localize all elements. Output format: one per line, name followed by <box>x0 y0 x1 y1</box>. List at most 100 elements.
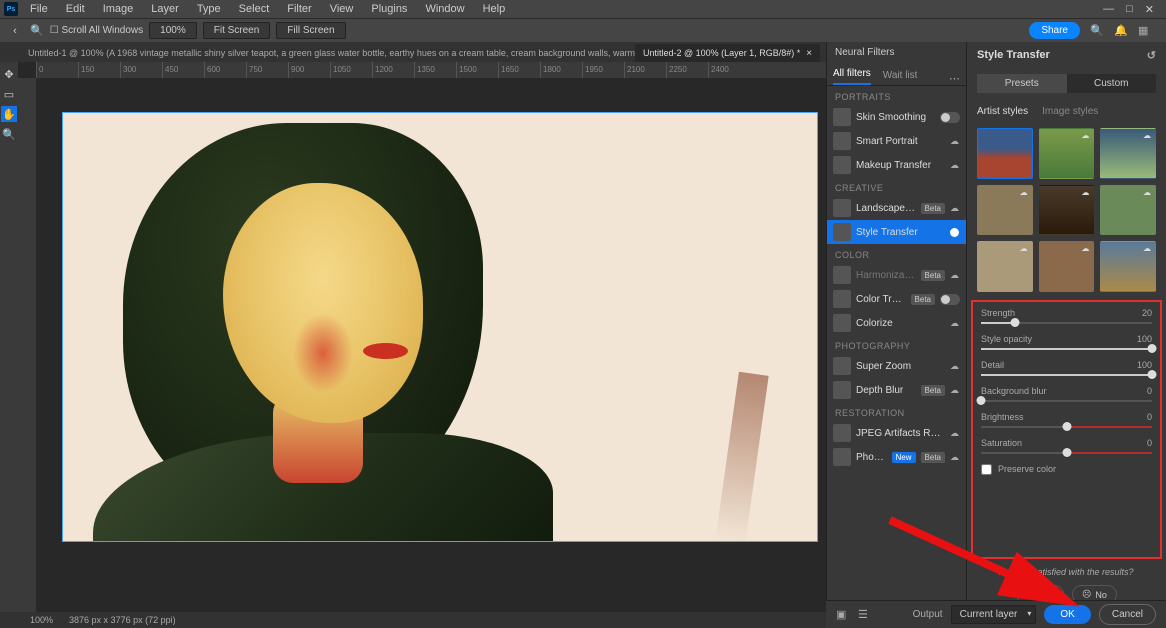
tab-presets[interactable]: Presets <box>977 74 1067 93</box>
search-icon[interactable]: 🔍 <box>1090 24 1104 38</box>
tab-image-styles[interactable]: Image styles <box>1042 103 1098 120</box>
cloud-icon: ☁ <box>950 270 960 280</box>
color-transfer-toggle[interactable] <box>940 294 960 305</box>
share-button[interactable]: Share <box>1029 22 1080 39</box>
notifications-icon[interactable]: 🔔 <box>1114 24 1128 38</box>
status-bar: 100% 3876 px x 3776 px (72 ppi) <box>0 612 826 628</box>
style-opacity-slider[interactable]: Style opacity100 <box>981 334 1152 350</box>
back-icon[interactable]: ‹ <box>6 22 24 40</box>
reset-icon[interactable]: ↺ <box>1147 49 1156 62</box>
style-transfer-panel: Style Transfer ↺ Presets Custom Artist s… <box>966 42 1166 612</box>
cloud-icon: ☁ <box>950 452 960 462</box>
filter-style-transfer[interactable]: Style Transfer <box>827 220 966 244</box>
style-thumb-4[interactable]: ☁ <box>977 185 1033 236</box>
filter-jpeg-artifacts[interactable]: JPEG Artifacts Removal☁ <box>827 421 966 445</box>
document-tab-1[interactable]: Untitled-1 @ 100% (A 1968 vintage metall… <box>20 44 635 62</box>
filter-landscape-mixer[interactable]: Landscape MixerBeta☁ <box>827 196 966 220</box>
layers-icon[interactable]: ☰ <box>858 608 872 622</box>
canvas-image <box>63 113 817 541</box>
preview-toggle-icon[interactable]: ▣ <box>836 608 850 622</box>
menu-bar: Ps File Edit Image Layer Type Select Fil… <box>0 0 1166 18</box>
action-bar: ▣ ☰ Output Current layer OK Cancel <box>826 600 1166 628</box>
panel-menu-icon[interactable]: ⋯ <box>949 72 960 85</box>
filter-colorize[interactable]: Colorize☁ <box>827 311 966 335</box>
download-icon: ☁ <box>1020 188 1030 198</box>
skin-smoothing-toggle[interactable] <box>940 112 960 123</box>
menu-edit[interactable]: Edit <box>58 1 93 17</box>
style-thumb-8[interactable]: ☁ <box>1039 241 1095 292</box>
close-tab-icon[interactable]: × <box>806 48 812 59</box>
filter-skin-smoothing[interactable]: Skin Smoothing <box>827 105 966 129</box>
menu-file[interactable]: File <box>22 1 56 17</box>
fit-screen-button[interactable]: Fit Screen <box>203 22 271 39</box>
menu-plugins[interactable]: Plugins <box>363 1 415 17</box>
section-restoration: RESTORATION <box>827 402 966 421</box>
cloud-icon: ☁ <box>950 203 960 213</box>
filter-smart-portrait[interactable]: Smart Portrait☁ <box>827 129 966 153</box>
filter-photo-restoration[interactable]: Photo Res...NewBeta☁ <box>827 445 966 469</box>
canvas[interactable] <box>62 112 818 542</box>
section-photography: PHOTOGRAPHY <box>827 335 966 354</box>
document-tab-2[interactable]: Untitled-2 @ 100% (Layer 1, RGB/8#) *× <box>635 44 820 62</box>
vertical-ruler <box>18 78 36 612</box>
maximize-icon[interactable]: □ <box>1126 3 1133 16</box>
tab-artist-styles[interactable]: Artist styles <box>977 103 1028 120</box>
menu-view[interactable]: View <box>322 1 362 17</box>
satisfied-prompt: Are you satisfied with the results? <box>967 563 1166 581</box>
workspace-icon[interactable]: ▦ <box>1138 24 1152 38</box>
status-zoom[interactable]: 100% <box>30 615 53 625</box>
menu-image[interactable]: Image <box>95 1 142 17</box>
output-select[interactable]: Current layer <box>951 605 1037 624</box>
scroll-all-windows-checkbox[interactable]: ☐ Scroll All Windows <box>50 25 143 36</box>
preserve-color-checkbox[interactable]: Preserve color <box>981 464 1152 475</box>
tab-wait-list[interactable]: Wait list <box>883 66 918 85</box>
zoom-tool[interactable]: 🔍 <box>1 126 17 142</box>
section-creative: CREATIVE <box>827 177 966 196</box>
filter-super-zoom[interactable]: Super Zoom☁ <box>827 354 966 378</box>
tab-all-filters[interactable]: All filters <box>833 64 871 85</box>
style-thumb-7[interactable]: ☁ <box>977 241 1033 292</box>
saturation-slider[interactable]: Saturation0 <box>981 438 1152 454</box>
artboard-tool[interactable]: ▭ <box>1 86 17 102</box>
filter-depth-blur[interactable]: Depth BlurBeta☁ <box>827 378 966 402</box>
style-transfer-toggle[interactable] <box>940 227 960 238</box>
filter-color-transfer[interactable]: Color TransferBeta <box>827 287 966 311</box>
strength-slider[interactable]: Strength20 <box>981 308 1152 324</box>
menu-layer[interactable]: Layer <box>143 1 187 17</box>
download-icon: ☁ <box>1081 131 1091 141</box>
move-tool[interactable]: ✥ <box>1 66 17 82</box>
style-thumb-5[interactable]: ☁ <box>1039 185 1095 236</box>
menu-help[interactable]: Help <box>475 1 514 17</box>
menu-window[interactable]: Window <box>417 1 472 17</box>
menu-select[interactable]: Select <box>231 1 278 17</box>
menu-type[interactable]: Type <box>189 1 229 17</box>
style-thumb-3[interactable]: ☁ <box>1100 128 1156 179</box>
cloud-icon: ☁ <box>950 160 960 170</box>
neural-filters-panel: Neural Filters All filters Wait list ⋯ P… <box>826 42 966 612</box>
style-thumb-1[interactable] <box>977 128 1033 179</box>
style-thumb-6[interactable]: ☁ <box>1100 185 1156 236</box>
menu-filter[interactable]: Filter <box>279 1 319 17</box>
adjustment-sliders: Strength20 Style opacity100 Detail100 Ba… <box>971 300 1162 559</box>
zoom-tool-icon[interactable]: 🔍 <box>30 24 44 37</box>
close-icon[interactable]: ✕ <box>1145 3 1154 16</box>
fill-screen-button[interactable]: Fill Screen <box>276 22 345 39</box>
style-thumb-2[interactable]: ☁ <box>1039 128 1095 179</box>
cancel-button[interactable]: Cancel <box>1099 604 1156 625</box>
cloud-icon: ☁ <box>950 385 960 395</box>
output-label: Output <box>913 609 943 620</box>
filter-makeup-transfer[interactable]: Makeup Transfer☁ <box>827 153 966 177</box>
style-thumb-9[interactable]: ☁ <box>1100 241 1156 292</box>
filter-harmonization[interactable]: HarmonizationBeta☁ <box>827 263 966 287</box>
style-transfer-title: Style Transfer <box>977 49 1050 61</box>
detail-slider[interactable]: Detail100 <box>981 360 1152 376</box>
background-blur-slider[interactable]: Background blur0 <box>981 386 1152 402</box>
tab-custom[interactable]: Custom <box>1067 74 1157 93</box>
brightness-slider[interactable]: Brightness0 <box>981 412 1152 428</box>
download-icon: ☁ <box>1081 244 1091 254</box>
canvas-area: 0150300450600750900105012001350150016501… <box>18 62 826 612</box>
hand-tool[interactable]: ✋ <box>1 106 17 122</box>
zoom-value-button[interactable]: 100% <box>149 22 197 39</box>
minimize-icon[interactable]: ― <box>1103 3 1114 16</box>
ok-button[interactable]: OK <box>1044 605 1090 624</box>
